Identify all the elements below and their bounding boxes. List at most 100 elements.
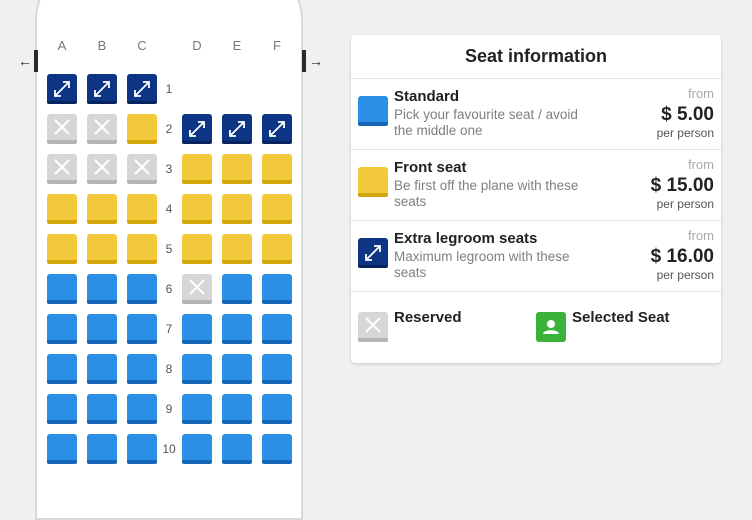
column-label-d: D (192, 38, 202, 53)
column-label-f: F (273, 38, 281, 53)
column-label-e: E (232, 38, 242, 53)
row-number: 9 (165, 402, 173, 416)
seat-9d[interactable] (182, 394, 212, 424)
selected-seat-swatch (536, 312, 566, 342)
seat-10d[interactable] (182, 434, 212, 464)
seat-4e[interactable] (222, 194, 252, 224)
x-icon (54, 119, 70, 135)
x-icon (94, 159, 110, 175)
seat-4c[interactable] (127, 194, 157, 224)
seat-10a[interactable] (47, 434, 77, 464)
seat-type-name: Extra legroom seats (394, 230, 538, 247)
seat-3f[interactable] (262, 154, 292, 184)
seat-type-front: Front seat Be first off the plane with t… (351, 150, 721, 221)
seat-type-standard: Standard Pick your favourite seat / avoi… (351, 79, 721, 150)
row-number: 10 (162, 442, 176, 456)
seat-10c[interactable] (127, 434, 157, 464)
seat-8f[interactable] (262, 354, 292, 384)
expand-arrows-icon (134, 81, 150, 97)
seat-6f[interactable] (262, 274, 292, 304)
row-number: 4 (165, 202, 173, 216)
seat-2b (87, 114, 117, 144)
expand-arrows-icon (189, 121, 205, 137)
standard-seat-swatch (358, 96, 388, 126)
seat-6a[interactable] (47, 274, 77, 304)
seat-6c[interactable] (127, 274, 157, 304)
seat-3d[interactable] (182, 154, 212, 184)
seat-1a[interactable] (47, 74, 77, 104)
seat-9a[interactable] (47, 394, 77, 424)
seat-10e[interactable] (222, 434, 252, 464)
seat-8e[interactable] (222, 354, 252, 384)
price-unit: per person (656, 126, 714, 140)
expand-arrows-icon (229, 121, 245, 137)
seat-1b[interactable] (87, 74, 117, 104)
seat-8b[interactable] (87, 354, 117, 384)
seat-2c[interactable] (127, 114, 157, 144)
row-number: 2 (165, 122, 173, 136)
expand-arrows-icon (365, 245, 381, 261)
seat-3e[interactable] (222, 154, 252, 184)
legroom-seat-swatch (358, 238, 388, 268)
x-icon (134, 159, 150, 175)
column-label-c: C (137, 38, 147, 53)
x-icon (94, 119, 110, 135)
seat-7d[interactable] (182, 314, 212, 344)
seat-9b[interactable] (87, 394, 117, 424)
seat-1c[interactable] (127, 74, 157, 104)
seat-type-name: Standard (394, 88, 460, 105)
seat-2e[interactable] (222, 114, 252, 144)
seat-3a (47, 154, 77, 184)
arrow-right-icon: → (309, 53, 323, 69)
seat-4a[interactable] (47, 194, 77, 224)
legend-reserved-label: Reserved (394, 309, 462, 326)
seat-2f[interactable] (262, 114, 292, 144)
seat-7a[interactable] (47, 314, 77, 344)
legend-selected-label: Selected Seat (572, 309, 670, 326)
seat-8c[interactable] (127, 354, 157, 384)
arrow-left-icon: ← (18, 53, 32, 69)
seat-9c[interactable] (127, 394, 157, 424)
seat-7f[interactable] (262, 314, 292, 344)
seat-5c[interactable] (127, 234, 157, 264)
x-icon (189, 279, 205, 295)
seat-7c[interactable] (127, 314, 157, 344)
seat-4f[interactable] (262, 194, 292, 224)
seat-price: $ 5.00 (661, 104, 714, 125)
row-number: 7 (165, 322, 173, 336)
seat-9f[interactable] (262, 394, 292, 424)
person-icon (543, 320, 559, 334)
seat-10b[interactable] (87, 434, 117, 464)
seat-8a[interactable] (47, 354, 77, 384)
column-label-b: B (97, 38, 107, 53)
seat-7b[interactable] (87, 314, 117, 344)
expand-arrows-icon (269, 121, 285, 137)
seat-4d[interactable] (182, 194, 212, 224)
seat-7e[interactable] (222, 314, 252, 344)
seat-6b[interactable] (87, 274, 117, 304)
seat-5f[interactable] (262, 234, 292, 264)
row-number: 5 (165, 242, 173, 256)
seat-6e[interactable] (222, 274, 252, 304)
row-number: 1 (165, 82, 173, 96)
seat-4b[interactable] (87, 194, 117, 224)
seat-price: $ 15.00 (650, 175, 714, 196)
price-from-label: from (688, 86, 714, 101)
row-number: 6 (165, 282, 173, 296)
seat-5e[interactable] (222, 234, 252, 264)
seat-5d[interactable] (182, 234, 212, 264)
seat-5b[interactable] (87, 234, 117, 264)
seat-information-panel: Seat information Standard Pick your favo… (351, 35, 721, 363)
x-icon (365, 317, 381, 333)
seat-9e[interactable] (222, 394, 252, 424)
exit-door-left (34, 50, 38, 72)
seat-type-description: Be first off the plane with these seats (394, 178, 579, 209)
seat-10f[interactable] (262, 434, 292, 464)
seat-8d[interactable] (182, 354, 212, 384)
seat-5a[interactable] (47, 234, 77, 264)
seat-3c (127, 154, 157, 184)
row-number: 8 (165, 362, 173, 376)
price-unit: per person (656, 197, 714, 211)
seat-2d[interactable] (182, 114, 212, 144)
x-icon (54, 159, 70, 175)
